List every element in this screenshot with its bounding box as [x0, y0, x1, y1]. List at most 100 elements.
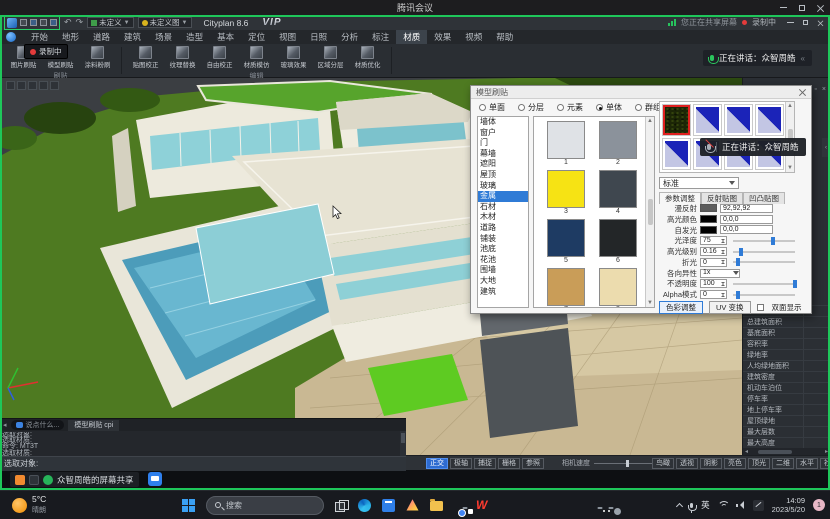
- slider-thumb[interactable]: [736, 258, 740, 266]
- ribbon-tab[interactable]: 日照: [303, 30, 334, 44]
- scroll-thumb[interactable]: [758, 450, 792, 454]
- ribbon-tab[interactable]: 场景: [148, 30, 179, 44]
- status-mode-button[interactable]: 正交: [426, 458, 448, 469]
- metric-row[interactable]: 绿地率: [743, 350, 830, 361]
- material-swatch[interactable]: 6: [592, 219, 644, 265]
- material-swatch[interactable]: 5: [540, 219, 592, 265]
- command-tab[interactable]: 模型刷贴 cpi: [68, 420, 119, 431]
- color-swatch[interactable]: [700, 226, 717, 234]
- status-view-button[interactable]: 二维: [772, 458, 794, 469]
- save-icon[interactable]: [40, 19, 47, 26]
- scroll-down-icon[interactable]: ▼: [647, 300, 653, 306]
- color-adjust-button[interactable]: 色彩调整: [659, 301, 703, 314]
- ribbon-tab[interactable]: 分析: [334, 30, 365, 44]
- status-mode-button[interactable]: 参照: [522, 458, 544, 469]
- status-view-button[interactable]: 顶光: [748, 458, 770, 469]
- ribbon-tab[interactable]: 标注: [365, 30, 396, 44]
- color-value-field[interactable]: 0,0,0: [720, 225, 773, 234]
- task-view-icon[interactable]: [335, 500, 347, 510]
- texture-swatch[interactable]: [693, 104, 722, 136]
- photos-app-icon[interactable]: [406, 499, 419, 512]
- param-slider[interactable]: [733, 294, 795, 296]
- command-vscrollbar[interactable]: [400, 431, 406, 457]
- app-logo-icon[interactable]: [7, 18, 17, 28]
- category-item[interactable]: 幕墙: [478, 149, 528, 160]
- ribbon-button[interactable]: 自由校正: [201, 46, 238, 70]
- category-item[interactable]: 石材: [478, 202, 528, 213]
- layer-preset-dropdown[interactable]: 未定义▼: [87, 17, 133, 28]
- material-swatch[interactable]: 1: [540, 121, 592, 167]
- param-tab[interactable]: 参数调整: [659, 192, 701, 204]
- screen-share-toolbar[interactable]: 众智周皓的屏幕共享: [10, 472, 139, 487]
- category-item[interactable]: 铺装: [478, 234, 528, 245]
- meeting-chat-pill[interactable]: 说点什么...: [11, 420, 65, 430]
- category-item[interactable]: 木材: [478, 212, 528, 223]
- ribbon-tab[interactable]: 地形: [55, 30, 86, 44]
- metric-row[interactable]: 屋顶绿地: [743, 416, 830, 427]
- color-swatch[interactable]: [700, 215, 717, 223]
- collapse-toast-icon[interactable]: «: [801, 54, 805, 63]
- status-mode-button[interactable]: 极轴: [450, 458, 472, 469]
- ribbon-tab[interactable]: 开始: [24, 30, 55, 44]
- status-view-button[interactable]: 社区: [820, 458, 830, 469]
- category-item[interactable]: 建筑: [478, 287, 528, 298]
- viewport-nav-icon[interactable]: [28, 81, 37, 90]
- status-view-button[interactable]: 鸟瞰: [652, 458, 674, 469]
- ribbon-tab[interactable]: 视频: [458, 30, 489, 44]
- ribbon-tab[interactable]: 效果: [427, 30, 458, 44]
- panel-close-icon[interactable]: ×: [822, 86, 826, 93]
- param-slider[interactable]: [733, 251, 795, 253]
- ribbon-button[interactable]: 材质模仿: [238, 46, 275, 70]
- slider-thumb[interactable]: [736, 291, 740, 299]
- selection-mode-radio[interactable]: 分层: [518, 102, 544, 113]
- color-value-field[interactable]: 0,0,0: [720, 215, 773, 224]
- print-icon[interactable]: [50, 19, 57, 26]
- material-category-list[interactable]: 墙体窗户门幕墙遮阳屋顶玻璃金属石材木材道路铺装池底花池围墙大地建筑: [477, 116, 529, 308]
- panel-hscrollbar[interactable]: ◂ ▸: [743, 448, 830, 455]
- participants-icon[interactable]: [15, 475, 25, 485]
- material-swatch[interactable]: 4: [592, 170, 644, 216]
- toast-collapse-flap[interactable]: ‹: [822, 138, 830, 157]
- slider-thumb[interactable]: [793, 280, 797, 288]
- app-maximize-icon[interactable]: [803, 20, 808, 25]
- collapse-icon[interactable]: ◂: [3, 421, 7, 429]
- camera-speed-slider[interactable]: [594, 463, 652, 464]
- view-preset-dropdown[interactable]: 未定义图▼: [138, 17, 192, 28]
- value-spinner[interactable]: 75: [700, 236, 727, 245]
- category-item[interactable]: 门: [478, 138, 528, 149]
- ime-indicator[interactable]: 英: [701, 499, 710, 511]
- share-chat-icon[interactable]: [29, 475, 39, 485]
- anisotropy-select[interactable]: 1x: [700, 269, 740, 278]
- category-item[interactable]: 屋顶: [478, 170, 528, 181]
- panel-pin-icon[interactable]: ▫: [814, 86, 816, 93]
- volume-icon[interactable]: [736, 501, 745, 509]
- minimized-chat-icon[interactable]: [148, 472, 162, 486]
- ribbon-button[interactable]: 区域分层: [312, 46, 349, 70]
- file-explorer-icon[interactable]: [430, 501, 443, 511]
- status-view-button[interactable]: 水平: [796, 458, 818, 469]
- wifi-icon[interactable]: [718, 501, 728, 509]
- ribbon-tab[interactable]: 造型: [179, 30, 210, 44]
- start-button[interactable]: [182, 499, 195, 512]
- selection-mode-radio[interactable]: 单体: [596, 102, 622, 113]
- category-item[interactable]: 遮阳: [478, 159, 528, 170]
- metric-row[interactable]: 建筑密度: [743, 372, 830, 383]
- viewport-nav-icon[interactable]: [39, 81, 48, 90]
- metric-row[interactable]: 地上停车率: [743, 405, 830, 416]
- texture-swatch[interactable]: [724, 104, 753, 136]
- metric-row[interactable]: 停车率: [743, 394, 830, 405]
- material-type-select[interactable]: 标准: [659, 177, 739, 189]
- viewport-nav-icon[interactable]: [50, 81, 59, 90]
- swatch-vscrollbar[interactable]: ▲▼: [645, 117, 654, 307]
- metric-row[interactable]: 人均绿地面积: [743, 361, 830, 372]
- texture-swatch[interactable]: [662, 104, 691, 136]
- app-menu-sphere-icon[interactable]: [6, 32, 16, 42]
- uv-transform-button[interactable]: UV 变换: [709, 301, 751, 314]
- undo-icon[interactable]: ↶: [64, 18, 72, 27]
- status-view-button[interactable]: 阴影: [700, 458, 722, 469]
- color-value-field[interactable]: 92,92,92: [720, 204, 773, 213]
- wps-office-icon[interactable]: W: [476, 499, 487, 512]
- status-view-button[interactable]: 透视: [676, 458, 698, 469]
- texture-swatch[interactable]: [755, 104, 784, 136]
- scroll-up-icon[interactable]: ▲: [787, 103, 793, 109]
